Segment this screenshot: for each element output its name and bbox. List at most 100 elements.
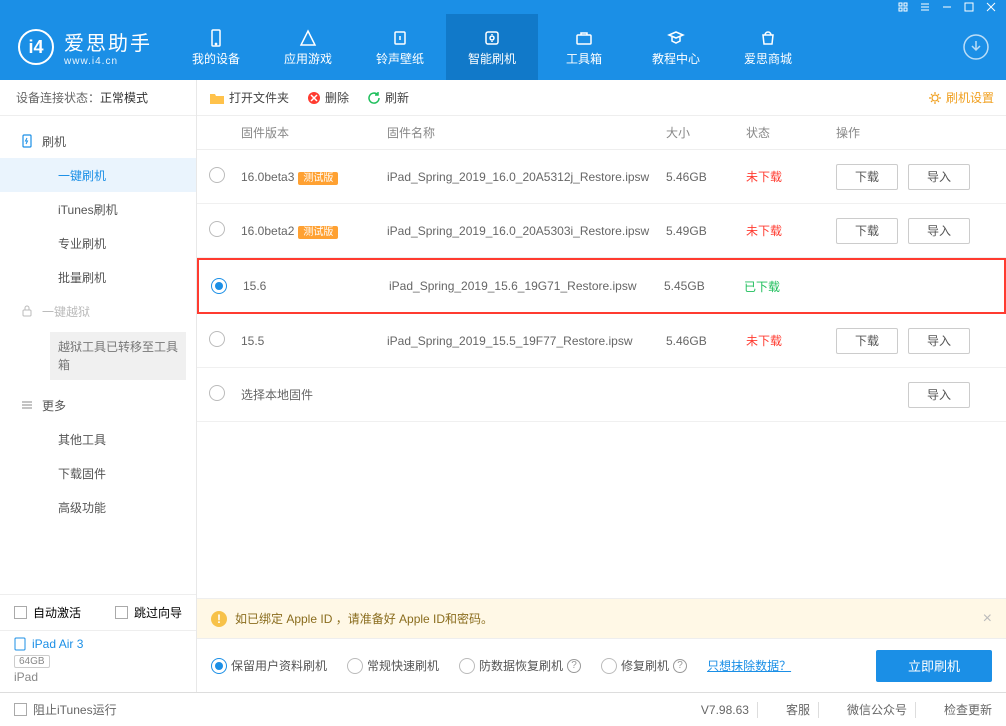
nav-tutorials[interactable]: 教程中心 [630,14,722,80]
row-radio[interactable] [209,331,225,347]
table-row[interactable]: 16.0beta3测试版 iPad_Spring_2019_16.0_20A53… [197,150,1006,204]
warning-icon: ! [211,611,227,627]
table-row-selected[interactable]: 15.6 iPad_Spring_2019_15.6_19G71_Restore… [197,258,1006,314]
version-label: V7.98.63 [701,703,749,717]
sidebar-advanced[interactable]: 高级功能 [0,490,196,524]
music-icon [390,28,410,48]
local-firmware-row[interactable]: 选择本地固件 导入 [197,368,1006,422]
help-icon[interactable]: ? [673,659,687,673]
close-button[interactable] [980,0,1002,14]
maximize-button[interactable] [958,0,980,14]
nav-ringtones[interactable]: 铃声壁纸 [354,14,446,80]
app-name: 爱思助手 [64,27,152,56]
sidebar-bottom: 自动激活 跳过向导 iPad Air 3 64GB iPad [0,594,196,692]
delete-icon [307,91,321,105]
tutorials-icon [666,28,686,48]
connected-device[interactable]: iPad Air 3 64GB iPad [0,631,196,692]
refresh-button[interactable]: 刷新 [367,89,409,106]
support-link[interactable]: 客服 [786,701,810,718]
nav-store[interactable]: 爱思商城 [722,14,814,80]
flash-icon [482,28,502,48]
flash-settings-button[interactable]: 刷机设置 [928,89,994,106]
content: 打开文件夹 删除 刷新 刷机设置 固件版本 固件名称 大小 状态 操作 16.0… [197,80,1006,692]
sidebar-jailbreak-section: 一键越狱 [0,294,196,328]
status-value: 正常模式 [100,89,148,106]
nav-toolbox[interactable]: 工具箱 [538,14,630,80]
store-icon [758,28,778,48]
header-download-icon[interactable] [946,33,1006,61]
sidebar-one-click-flash[interactable]: 一键刷机 [0,158,196,192]
erase-only-link[interactable]: 只想抹除数据？ [707,657,791,674]
table-header: 固件版本 固件名称 大小 状态 操作 [197,116,1006,150]
connection-status: 设备连接状态： 正常模式 [0,80,196,116]
list-icon [20,398,34,412]
app-logo: i4 爱思助手 www.i4.cn [0,27,170,67]
action-bar: 保留用户资料刷机 常规快速刷机 防数据恢复刷机? 修复刷机? 只想抹除数据？ 立… [197,638,1006,692]
row-radio[interactable] [211,278,227,294]
download-button[interactable]: 下载 [836,164,898,190]
gear-icon [928,91,942,105]
logo-icon: i4 [18,29,54,65]
titlebar-menu-icon[interactable] [914,0,936,14]
folder-icon [209,91,225,105]
main: 设备连接状态： 正常模式 刷机 一键刷机 iTunes刷机 专业刷机 批量刷机 … [0,80,1006,692]
nav-flash[interactable]: 智能刷机 [446,14,538,80]
navbar: 我的设备 应用游戏 铃声壁纸 智能刷机 工具箱 教程中心 爱思商城 [170,14,946,80]
download-button[interactable]: 下载 [836,218,898,244]
row-radio[interactable] [209,385,225,401]
download-button[interactable]: 下载 [836,328,898,354]
flash-section-icon [20,134,34,148]
wechat-link[interactable]: 微信公众号 [847,701,907,718]
table-row[interactable]: 15.5 iPad_Spring_2019_15.5_19F77_Restore… [197,314,1006,368]
nav-my-device[interactable]: 我的设备 [170,14,262,80]
apps-icon [298,28,318,48]
sidebar-tree: 刷机 一键刷机 iTunes刷机 专业刷机 批量刷机 一键越狱 越狱工具已转移至… [0,116,196,594]
sidebar-other-tools[interactable]: 其他工具 [0,422,196,456]
open-folder-button[interactable]: 打开文件夹 [209,89,289,106]
import-button[interactable]: 导入 [908,382,970,408]
info-close-button[interactable]: × [983,610,992,628]
opt-repair[interactable]: 修复刷机? [601,657,687,674]
nav-apps[interactable]: 应用游戏 [262,14,354,80]
footer: 阻止iTunes运行 V7.98.63 客服 微信公众号 检查更新 [0,692,1006,726]
row-radio[interactable] [209,167,225,183]
titlebar-grid-icon[interactable] [892,0,914,14]
app-url: www.i4.cn [64,56,152,67]
import-button[interactable]: 导入 [908,328,970,354]
import-button[interactable]: 导入 [908,218,970,244]
window-titlebar [0,0,1006,14]
help-icon[interactable]: ? [567,659,581,673]
block-itunes-checkbox[interactable] [14,703,27,716]
sidebar-itunes-flash[interactable]: iTunes刷机 [0,192,196,226]
toolbox-icon [574,28,594,48]
info-bar: ! 如已绑定 Apple ID ，请准备好 Apple ID和密码。 × [197,598,1006,638]
header: i4 爱思助手 www.i4.cn 我的设备 应用游戏 铃声壁纸 智能刷机 工具… [0,14,1006,80]
auto-activate-checkbox[interactable] [14,606,27,619]
minimize-button[interactable] [936,0,958,14]
sidebar: 设备连接状态： 正常模式 刷机 一键刷机 iTunes刷机 专业刷机 批量刷机 … [0,80,197,692]
info-text: 如已绑定 Apple ID ，请准备好 Apple ID和密码。 [235,610,493,627]
opt-normal[interactable]: 常规快速刷机 [347,657,439,674]
sidebar-flash-section[interactable]: 刷机 [0,124,196,158]
sidebar-batch-flash[interactable]: 批量刷机 [0,260,196,294]
lock-icon [20,304,34,318]
table-row[interactable]: 16.0beta2测试版 iPad_Spring_2019_16.0_20A53… [197,204,1006,258]
check-update-link[interactable]: 检查更新 [944,701,992,718]
ipad-icon [14,637,26,651]
sidebar-download-fw[interactable]: 下载固件 [0,456,196,490]
refresh-icon [367,91,381,105]
jailbreak-note: 越狱工具已转移至工具箱 [50,332,186,380]
opt-keep-data[interactable]: 保留用户资料刷机 [211,657,327,674]
toolbar: 打开文件夹 删除 刷新 刷机设置 [197,80,1006,116]
row-radio[interactable] [209,221,225,237]
delete-button[interactable]: 删除 [307,89,349,106]
opt-anti-recovery[interactable]: 防数据恢复刷机? [459,657,581,674]
sidebar-more-section[interactable]: 更多 [0,388,196,422]
phone-icon [206,28,226,48]
auto-activate-row: 自动激活 跳过向导 [0,595,196,631]
import-button[interactable]: 导入 [908,164,970,190]
skip-wizard-checkbox[interactable] [115,606,128,619]
sidebar-pro-flash[interactable]: 专业刷机 [0,226,196,260]
firmware-table: 固件版本 固件名称 大小 状态 操作 16.0beta3测试版 iPad_Spr… [197,116,1006,598]
flash-now-button[interactable]: 立即刷机 [876,650,992,682]
